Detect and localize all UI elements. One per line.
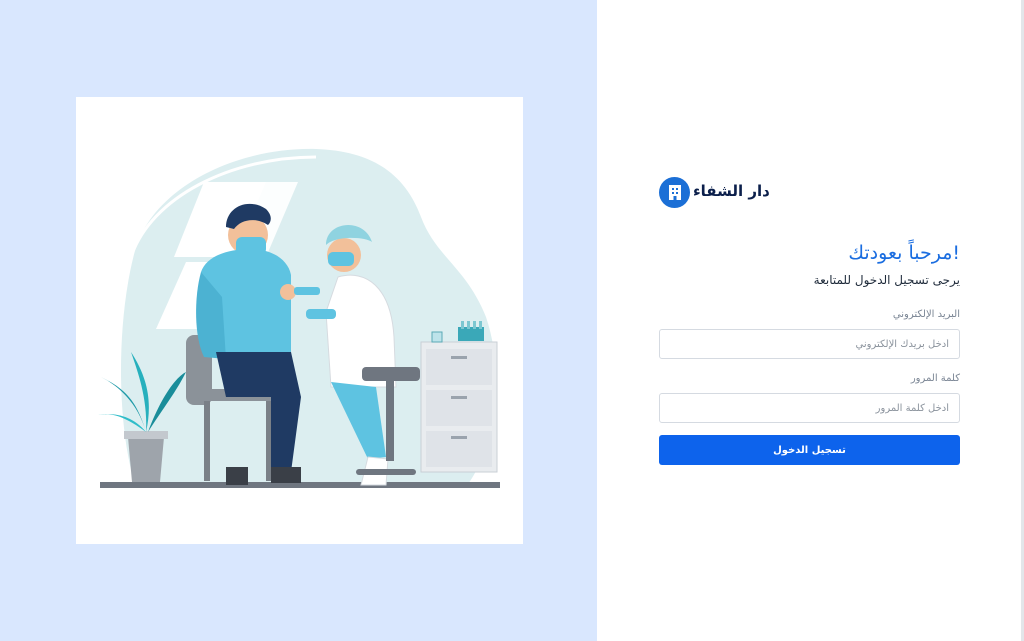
welcome-title: !مرحباً بعودتك <box>848 242 960 264</box>
welcome-subtitle: يرجى تسجيل الدخول للمتابعة <box>813 273 960 287</box>
brand-header: دار الشفاء <box>659 176 960 208</box>
vaccination-illustration <box>76 97 523 544</box>
password-field[interactable] <box>659 393 960 423</box>
email-label: البريد الإلكتروني <box>892 309 960 320</box>
left-illustration-panel <box>0 0 597 641</box>
vaccination-illustration-art <box>98 148 500 488</box>
password-label: كلمة المرور <box>910 373 960 384</box>
hospital-icon <box>659 176 690 208</box>
email-field[interactable] <box>659 329 960 359</box>
login-panel: دار الشفاء !مرحباً بعودتك يرجى تسجيل الد… <box>597 0 1024 641</box>
login-button[interactable]: تسجيل الدخول <box>659 435 960 465</box>
brand-name: دار الشفاء <box>693 182 770 200</box>
